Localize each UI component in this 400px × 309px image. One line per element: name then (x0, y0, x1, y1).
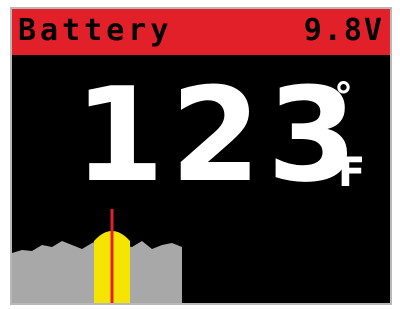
status-bar: Battery 9.8V (12, 9, 390, 55)
spectrum-graph (12, 209, 182, 303)
thermometer-display: Battery 9.8V 123 ° F (10, 7, 392, 305)
battery-voltage: 9.8V (303, 13, 384, 48)
degree-symbol: ° (334, 75, 353, 119)
temperature-unit: F (338, 150, 366, 196)
battery-label: Battery (18, 13, 173, 48)
temperature-value: 123 (74, 59, 364, 211)
